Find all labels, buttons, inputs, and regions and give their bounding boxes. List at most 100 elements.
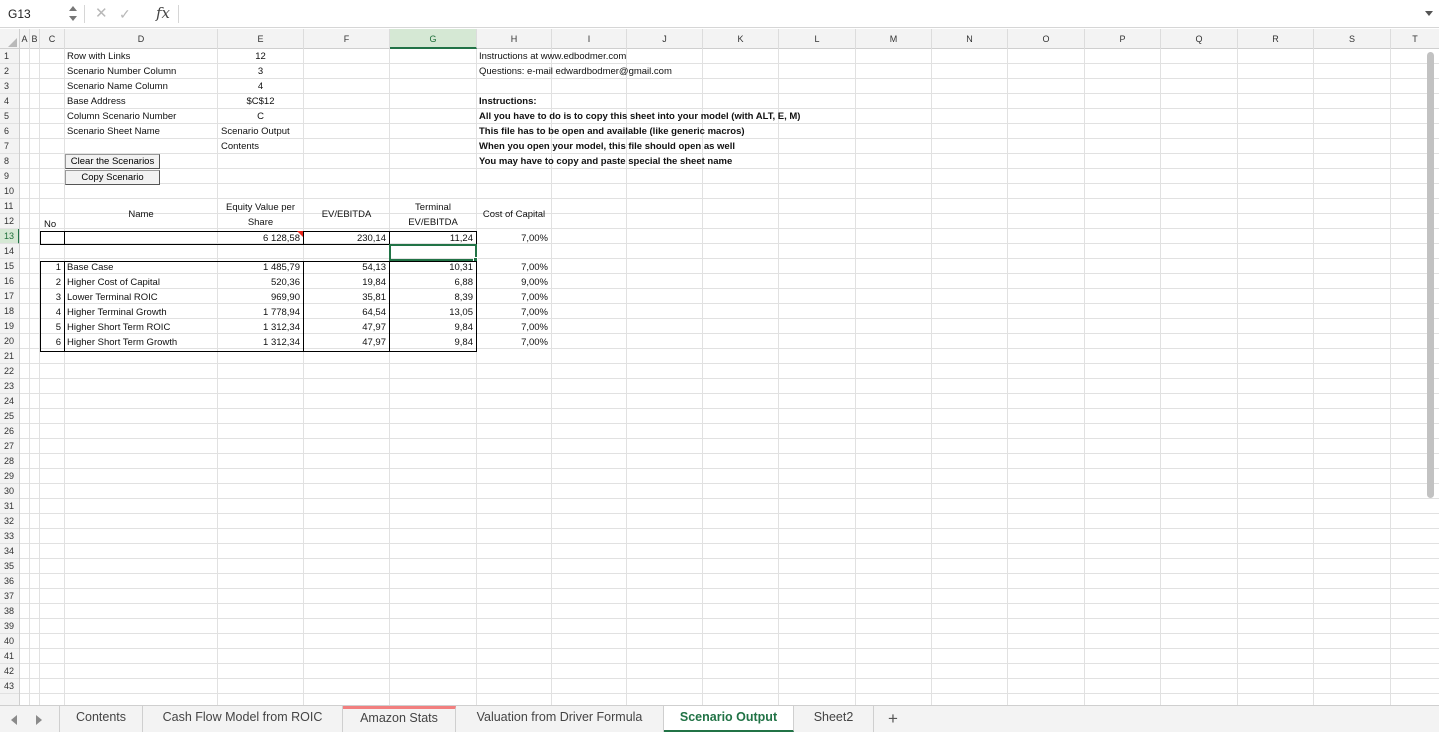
previous-sheet-icon[interactable] bbox=[11, 715, 17, 725]
scenario-ev-ebitda[interactable]: 54,13 bbox=[304, 260, 389, 275]
row-header-6[interactable]: 6 bbox=[0, 124, 19, 139]
row-header-27[interactable]: 27 bbox=[0, 439, 19, 454]
column-header-k[interactable]: K bbox=[703, 29, 779, 49]
row-header-18[interactable]: 18 bbox=[0, 304, 19, 319]
worksheet-grid[interactable]: Row with Links Scenario Number Column Sc… bbox=[20, 49, 1439, 705]
row-header-29[interactable]: 29 bbox=[0, 469, 19, 484]
column-header-e[interactable]: E bbox=[218, 29, 304, 49]
row-header-35[interactable]: 35 bbox=[0, 559, 19, 574]
row-header-17[interactable]: 17 bbox=[0, 289, 19, 304]
scenario-equity-value[interactable]: 1 485,79 bbox=[218, 260, 303, 275]
scenario-name[interactable]: Lower Terminal ROIC bbox=[65, 290, 217, 305]
column-header-p[interactable]: P bbox=[1085, 29, 1161, 49]
scenario-terminal-ev-ebitda[interactable]: 6,88 bbox=[390, 275, 476, 290]
scenario-cost-of-capital[interactable]: 9,00% bbox=[477, 275, 551, 290]
add-sheet-icon[interactable]: + bbox=[884, 708, 902, 730]
scenario-cost-of-capital[interactable]: 7,00% bbox=[477, 290, 551, 305]
clear-scenarios-button[interactable]: Clear the Scenarios bbox=[65, 154, 160, 169]
row-header-22[interactable]: 22 bbox=[0, 364, 19, 379]
scenario-ev-ebitda[interactable]: 47,97 bbox=[304, 320, 389, 335]
scenario-name[interactable]: Higher Short Term Growth bbox=[65, 335, 217, 350]
row-header-7[interactable]: 7 bbox=[0, 139, 19, 154]
scenario-ev-ebitda[interactable]: 64,54 bbox=[304, 305, 389, 320]
next-sheet-icon[interactable] bbox=[36, 715, 42, 725]
row-header-5[interactable]: 5 bbox=[0, 109, 19, 124]
row-header-24[interactable]: 24 bbox=[0, 394, 19, 409]
scenario-equity-value[interactable]: 969,90 bbox=[218, 290, 303, 305]
name-box[interactable]: G13 bbox=[0, 3, 64, 25]
column-header-f[interactable]: F bbox=[304, 29, 390, 49]
formula-input[interactable] bbox=[182, 4, 1412, 24]
column-header-d[interactable]: D bbox=[65, 29, 218, 49]
row-header-11[interactable]: 11 bbox=[0, 199, 19, 214]
scenario-cost-of-capital[interactable]: 7,00% bbox=[477, 305, 551, 320]
row-header-33[interactable]: 33 bbox=[0, 529, 19, 544]
row-header-31[interactable]: 31 bbox=[0, 499, 19, 514]
scenario-number[interactable]: 2 bbox=[40, 275, 64, 290]
scenario-number[interactable]: 3 bbox=[40, 290, 64, 305]
column-header-b[interactable]: B bbox=[30, 29, 40, 49]
scenario-name[interactable]: Higher Cost of Capital bbox=[65, 275, 217, 290]
scenario-ev-ebitda[interactable]: 19,84 bbox=[304, 275, 389, 290]
tab-sheet2[interactable]: Sheet2 bbox=[794, 706, 874, 732]
function-icon[interactable]: fx bbox=[156, 3, 170, 23]
row-header-14[interactable]: 14 bbox=[0, 244, 19, 259]
scenario-equity-value[interactable]: 1 312,34 bbox=[218, 320, 303, 335]
row-header-12[interactable]: 12 bbox=[0, 214, 19, 229]
scenario-number[interactable]: 6 bbox=[40, 335, 64, 350]
column-header-h[interactable]: H bbox=[477, 29, 552, 49]
row-header-32[interactable]: 32 bbox=[0, 514, 19, 529]
row-header-28[interactable]: 28 bbox=[0, 454, 19, 469]
tab-cash-flow-model[interactable]: Cash Flow Model from ROIC bbox=[143, 706, 343, 732]
tab-scenario-output[interactable]: Scenario Output bbox=[664, 706, 794, 732]
vertical-scrollbar[interactable] bbox=[1427, 52, 1434, 498]
row-header-25[interactable]: 25 bbox=[0, 409, 19, 424]
row-header-39[interactable]: 39 bbox=[0, 619, 19, 634]
row-header-4[interactable]: 4 bbox=[0, 94, 19, 109]
scenario-equity-value[interactable]: 1 778,94 bbox=[218, 305, 303, 320]
expand-formula-icon[interactable] bbox=[1425, 11, 1433, 16]
cancel-icon[interactable]: ✕ bbox=[95, 4, 108, 24]
row-header-42[interactable]: 42 bbox=[0, 664, 19, 679]
column-header-i[interactable]: I bbox=[552, 29, 627, 49]
row-header-20[interactable]: 20 bbox=[0, 334, 19, 349]
tab-valuation-driver-formula[interactable]: Valuation from Driver Formula bbox=[456, 706, 664, 732]
current-ev-ebitda[interactable]: 230,14 bbox=[304, 231, 389, 246]
scenario-terminal-ev-ebitda[interactable]: 9,84 bbox=[390, 320, 476, 335]
scenario-cost-of-capital[interactable]: 7,00% bbox=[477, 260, 551, 275]
column-header-a[interactable]: A bbox=[20, 29, 30, 49]
column-header-c[interactable]: C bbox=[40, 29, 65, 49]
scenario-cost-of-capital[interactable]: 7,00% bbox=[477, 320, 551, 335]
row-header-34[interactable]: 34 bbox=[0, 544, 19, 559]
column-header-l[interactable]: L bbox=[779, 29, 856, 49]
scenario-terminal-ev-ebitda[interactable]: 8,39 bbox=[390, 290, 476, 305]
setting-value[interactable]: C bbox=[218, 109, 303, 124]
setting-value[interactable]: 3 bbox=[218, 64, 303, 79]
scenario-equity-value[interactable]: 1 312,34 bbox=[218, 335, 303, 350]
column-header-g[interactable]: G bbox=[390, 29, 477, 49]
row-header-16[interactable]: 16 bbox=[0, 274, 19, 289]
column-header-m[interactable]: M bbox=[856, 29, 932, 49]
scenario-terminal-ev-ebitda[interactable]: 10,31 bbox=[390, 260, 476, 275]
scenario-name[interactable]: Base Case bbox=[65, 260, 217, 275]
row-header-26[interactable]: 26 bbox=[0, 424, 19, 439]
column-header-n[interactable]: N bbox=[932, 29, 1008, 49]
row-header-41[interactable]: 41 bbox=[0, 649, 19, 664]
scenario-equity-value[interactable]: 520,36 bbox=[218, 275, 303, 290]
scenario-ev-ebitda[interactable]: 47,97 bbox=[304, 335, 389, 350]
row-header-23[interactable]: 23 bbox=[0, 379, 19, 394]
row-header-9[interactable]: 9 bbox=[0, 169, 19, 184]
copy-scenario-button[interactable]: Copy Scenario bbox=[65, 170, 160, 185]
column-header-t[interactable]: T bbox=[1391, 29, 1439, 49]
setting-value[interactable]: 4 bbox=[218, 79, 303, 94]
tab-contents[interactable]: Contents bbox=[59, 706, 143, 732]
row-header-30[interactable]: 30 bbox=[0, 484, 19, 499]
current-cost-of-capital[interactable]: 7,00% bbox=[477, 231, 551, 246]
row-header-1[interactable]: 1 bbox=[0, 49, 19, 64]
column-header-j[interactable]: J bbox=[627, 29, 703, 49]
scenario-number[interactable]: 4 bbox=[40, 305, 64, 320]
scenario-terminal-ev-ebitda[interactable]: 13,05 bbox=[390, 305, 476, 320]
row-header-8[interactable]: 8 bbox=[0, 154, 19, 169]
tab-amazon-stats[interactable]: Amazon Stats bbox=[343, 706, 456, 732]
column-header-s[interactable]: S bbox=[1314, 29, 1391, 49]
